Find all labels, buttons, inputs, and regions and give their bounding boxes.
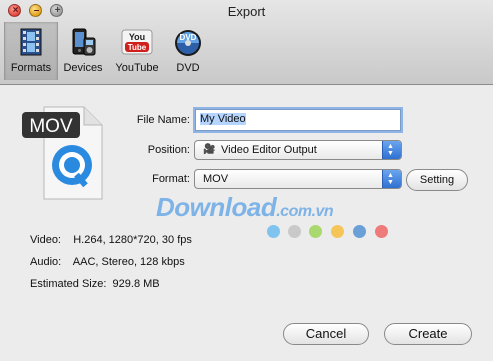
format-label: Format: xyxy=(152,173,190,185)
mov-file-icon: MOV xyxy=(22,106,103,200)
youtube-logo-tube: Tube xyxy=(128,43,147,52)
position-label: Position: xyxy=(147,144,190,156)
cancel-button[interactable]: Cancel xyxy=(283,323,369,345)
estimated-size: Estimated Size: 929.8 MB xyxy=(30,278,160,290)
watermark-suffix: .com.vn xyxy=(276,203,334,220)
export-window: × – + Export Formats Devices You Tube Yo… xyxy=(0,0,493,361)
file-name-label: File Name: xyxy=(136,114,190,126)
film-icon xyxy=(20,28,42,56)
toolbar-formats-label: Formats xyxy=(10,62,52,74)
audio-info: Audio: AAC, Stereo, 128 kbps xyxy=(30,256,185,268)
position-chevron-icon: ▲ ▼ xyxy=(382,141,401,159)
toolbar-dvd-label: DVD xyxy=(176,62,200,74)
file-name-value: My Video xyxy=(200,113,246,125)
file-name-input[interactable]: My Video xyxy=(195,109,401,131)
position-value: Video Editor Output xyxy=(221,144,317,156)
watermark-dot xyxy=(309,225,322,238)
mov-badge: MOV xyxy=(29,116,73,137)
devices-icon xyxy=(72,28,96,56)
watermark-dot xyxy=(353,225,366,238)
create-button[interactable]: Create xyxy=(384,323,472,345)
toolbar-devices-label: Devices xyxy=(63,62,103,74)
window-title: Export xyxy=(227,4,266,19)
setting-button[interactable]: Setting xyxy=(406,169,468,191)
format-chevron-icon: ▲ ▼ xyxy=(382,170,401,188)
toolbar-formats[interactable]: Formats xyxy=(4,22,58,80)
watermark-text: Download xyxy=(156,192,277,222)
watermark-dot xyxy=(267,225,280,238)
toolbar-devices[interactable]: Devices xyxy=(59,22,107,80)
position-select[interactable]: 🎥 Video Editor Output ▲ ▼ xyxy=(194,140,402,160)
format-select[interactable]: MOV ▲ ▼ xyxy=(194,169,402,189)
toolbar-youtube-label: YouTube xyxy=(115,62,159,74)
toolbar-youtube[interactable]: You Tube YouTube xyxy=(110,22,164,80)
camera-icon: 🎥 xyxy=(203,144,216,155)
youtube-logo-you: You xyxy=(129,32,145,42)
dvd-icon: DVD xyxy=(175,30,201,56)
video-info: Video: H.264, 1280*720, 30 fps xyxy=(30,234,192,246)
title-toolbar: × – + Export Formats Devices You Tube Yo… xyxy=(0,0,493,85)
watermark-dot xyxy=(288,225,301,238)
watermark-dot xyxy=(331,225,344,238)
format-value: MOV xyxy=(203,173,229,185)
toolbar-dvd[interactable]: DVD DVD xyxy=(166,22,210,80)
dvd-logo-text: DVD xyxy=(180,33,197,42)
watermark: Download.com.vn xyxy=(156,192,334,223)
youtube-icon: You Tube xyxy=(121,29,153,55)
watermark-dot xyxy=(375,225,388,238)
